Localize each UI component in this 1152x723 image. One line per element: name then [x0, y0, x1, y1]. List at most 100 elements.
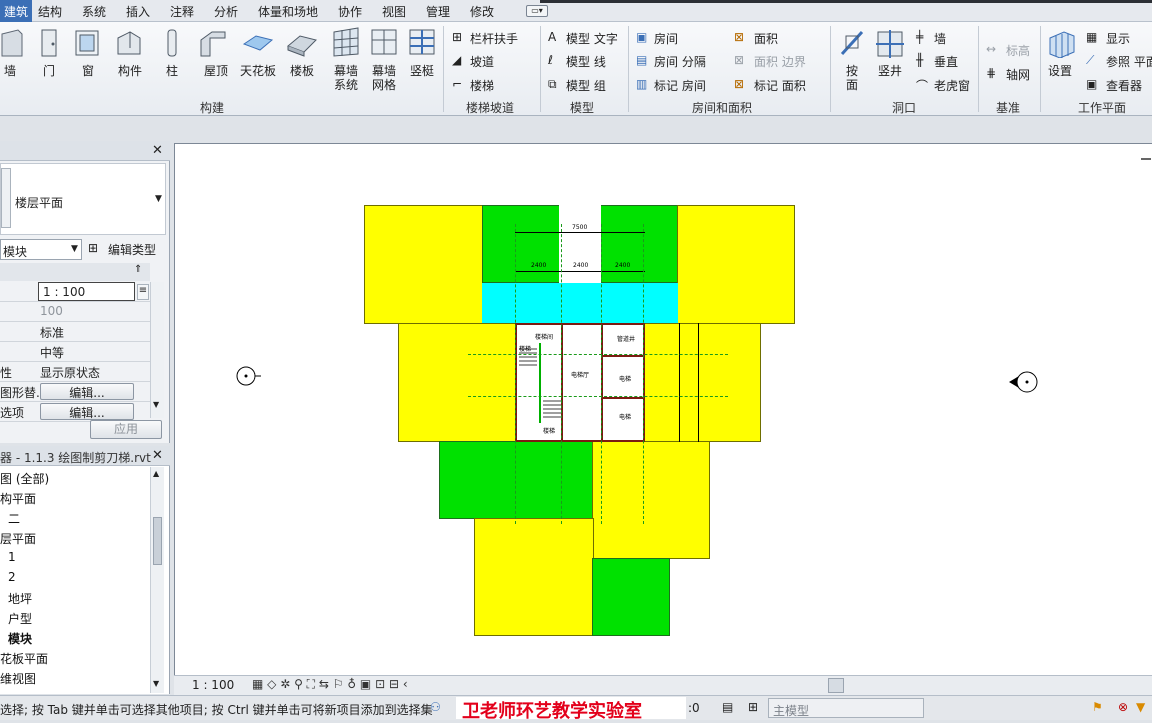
level-button[interactable]: 标高 — [1006, 42, 1030, 59]
tree-item-ground[interactable]: 地坪 — [8, 590, 32, 607]
window-button[interactable]: 窗 — [82, 64, 94, 78]
tree-item-level-2[interactable]: 二 — [8, 510, 20, 527]
elevation-marker-icon[interactable] — [235, 364, 265, 388]
view-scale-button[interactable]: 1 : 100 — [192, 678, 234, 692]
scroll-down-icon[interactable]: ▼ — [153, 679, 159, 688]
viewer-button[interactable]: 查看器 — [1106, 77, 1142, 94]
tree-item-floor-plans[interactable]: 层平面 — [0, 530, 36, 547]
instance-dropdown[interactable]: 模块 ▼ — [0, 239, 82, 260]
view-control-icons[interactable]: ▦ ◇ ✲ ⚲ ⛶ ⇆ ⚐ ♁ ▣ ⊡ ⊟ ‹ — [252, 677, 408, 692]
canvas-minimize-icon[interactable] — [1141, 158, 1151, 160]
menu-tab-insert[interactable]: 插入 — [126, 3, 150, 20]
collapse-icon[interactable]: ⇑ — [134, 264, 142, 275]
detail-level-value[interactable]: 中等 — [40, 344, 64, 361]
dormer-button[interactable]: 老虎窗 — [934, 77, 970, 94]
drawing-canvas[interactable]: 楼梯间 电梯厅 管道井 电梯 电梯 楼梯 楼梯 7500 2400 2400 2… — [174, 143, 1152, 675]
elevation-marker-icon[interactable] — [1007, 370, 1041, 394]
menu-tab-architecture[interactable]: 建筑 — [0, 0, 33, 22]
area-block[interactable] — [677, 205, 795, 324]
area-button[interactable]: 面积 — [754, 30, 778, 47]
stair-button[interactable]: 楼梯 — [470, 77, 494, 94]
close-icon[interactable]: ✕ — [152, 143, 163, 158]
tree-item-views-all[interactable]: 图 (全部) — [0, 470, 49, 487]
railing-button[interactable]: 栏杆扶手 — [470, 30, 518, 47]
cyan-zone[interactable] — [482, 283, 678, 324]
area-block[interactable] — [592, 558, 670, 636]
tree-item-structural-plans[interactable]: 构平面 — [0, 490, 36, 507]
tree-item-module[interactable]: 模块 — [8, 630, 32, 647]
scale-picker-icon[interactable]: ≡ — [137, 284, 149, 300]
tree-item-unit-type[interactable]: 户型 — [8, 610, 32, 627]
vertical-opening-button[interactable]: 垂直 — [934, 53, 958, 70]
edit-type-button[interactable]: 编辑类型 — [108, 241, 156, 258]
vg-overrides-edit-button[interactable]: 编辑... — [40, 383, 134, 400]
area-block[interactable] — [439, 441, 594, 519]
ramp-button[interactable]: 坡道 — [470, 53, 494, 70]
menu-tab-collaborate[interactable]: 协作 — [338, 3, 362, 20]
worksets-icon[interactable]: ⚇ — [430, 700, 441, 714]
funnel-icon[interactable]: ▼ — [1136, 700, 1145, 714]
roof-button[interactable]: 屋顶 — [204, 64, 228, 78]
door-button[interactable]: 门 — [43, 64, 55, 78]
parts-visibility-value[interactable]: 显示原状态 — [40, 364, 100, 381]
curtain-grid-button[interactable]: 幕墙 网格 — [372, 64, 396, 92]
menu-tab-annotate[interactable]: 注释 — [170, 3, 194, 20]
room-button[interactable]: 房间 — [654, 30, 678, 47]
wall-opening-button[interactable]: 墙 — [934, 30, 946, 47]
menu-tab-analyze[interactable]: 分析 — [214, 3, 238, 20]
editable-only-icon[interactable]: ⊞ — [748, 700, 758, 714]
ceiling-button[interactable]: 天花板 — [240, 64, 276, 78]
set-workplane-button[interactable]: 设置 — [1048, 64, 1072, 78]
display-model-value[interactable]: 标准 — [40, 324, 64, 341]
menu-tab-massing-site[interactable]: 体量和场地 — [258, 3, 318, 20]
menu-tab-structure[interactable]: 结构 — [38, 3, 62, 20]
type-selector[interactable]: 楼层平面 ▼ — [0, 163, 166, 235]
floor-button[interactable]: 楼板 — [290, 64, 314, 78]
apply-button[interactable]: 应用 — [90, 420, 162, 439]
scroll-thumb[interactable] — [153, 517, 162, 565]
area-block[interactable] — [474, 518, 594, 636]
horizontal-scroll-thumb[interactable] — [828, 678, 844, 693]
model-group-button[interactable]: 模型 组 — [566, 77, 606, 94]
design-options-icon[interactable]: ▤ — [722, 700, 733, 714]
scale-value-readonly: 100 — [40, 304, 63, 318]
area-block[interactable] — [364, 205, 484, 324]
tag-area-button[interactable]: 标记 面积 — [754, 77, 806, 94]
tag-room-button[interactable]: 标记 房间 — [654, 77, 706, 94]
component-button[interactable]: 构件 — [118, 64, 142, 78]
properties-scrollbar[interactable]: ▼ — [150, 282, 164, 418]
area-block[interactable] — [592, 441, 710, 559]
menu-tab-systems[interactable]: 系统 — [82, 3, 106, 20]
show-workplane-button[interactable]: 显示 — [1106, 30, 1130, 47]
filter-icon[interactable]: ⚑ — [1092, 700, 1103, 714]
ribbon-toggle-button[interactable]: ▭▾ — [526, 5, 548, 17]
tree-item-ceiling-plans[interactable]: 花板平面 — [0, 650, 48, 667]
menu-tab-manage[interactable]: 管理 — [426, 3, 450, 20]
ref-plane-button[interactable]: 参照 平面 — [1106, 53, 1152, 70]
scroll-down-icon[interactable]: ▼ — [153, 400, 159, 409]
scroll-up-icon[interactable]: ▲ — [153, 469, 159, 478]
select-links-icon[interactable]: ⊗ — [1118, 700, 1128, 714]
menu-tab-view[interactable]: 视图 — [382, 3, 406, 20]
model-line-button[interactable]: 模型 线 — [566, 53, 606, 70]
view-scale-value: 1 : 100 — [43, 285, 86, 299]
model-text-button[interactable]: 模型 文字 — [566, 30, 618, 47]
graphic-options-edit-button[interactable]: 编辑... — [40, 403, 134, 420]
tree-item-3d-views[interactable]: 维视图 — [0, 670, 36, 687]
menu-tab-modify[interactable]: 修改 — [470, 3, 494, 20]
curtain-system-button[interactable]: 幕墙 系统 — [334, 64, 358, 92]
by-face-button[interactable]: 按 面 — [846, 64, 860, 92]
tree-item-plan-1[interactable]: 1 — [8, 550, 16, 564]
close-icon[interactable]: ✕ — [152, 448, 163, 463]
shaft-button[interactable]: 竖井 — [878, 64, 902, 78]
browser-scrollbar[interactable]: ▲ ▼ — [150, 467, 164, 693]
wall-button[interactable]: 墙 — [4, 64, 16, 78]
grid-button[interactable]: 轴网 — [1006, 66, 1030, 83]
tree-item-plan-2[interactable]: 2 — [8, 570, 16, 584]
room-separator-button[interactable]: 房间 分隔 — [654, 53, 706, 70]
area-boundary-button[interactable]: 面积 边界 — [754, 53, 806, 70]
view-scale-field[interactable]: 1 : 100 — [38, 282, 135, 301]
mullion-button[interactable]: 竖梃 — [410, 64, 434, 78]
column-button[interactable]: 柱 — [166, 64, 178, 78]
active-workset-dropdown[interactable]: 主模型 — [768, 698, 924, 718]
